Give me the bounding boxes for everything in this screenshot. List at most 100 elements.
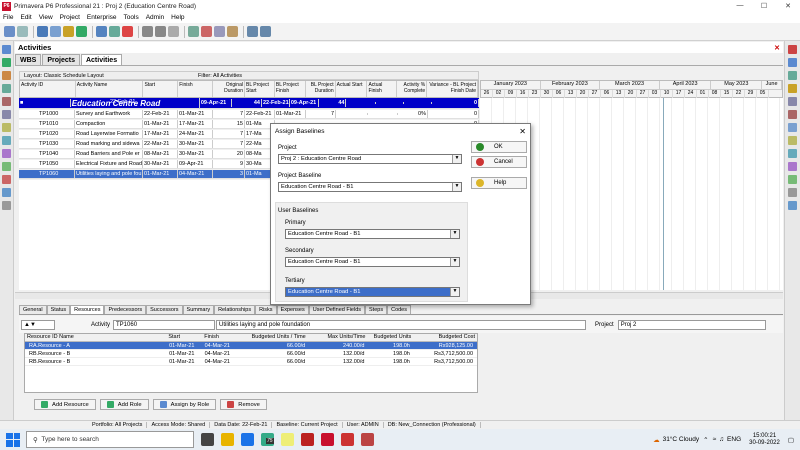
- detail-tab-successors[interactable]: Successors: [146, 305, 183, 314]
- clock[interactable]: 15:00:21 30-09-2022: [749, 433, 780, 447]
- cell-start[interactable]: 01-Mar-21: [143, 120, 178, 128]
- cell-dur[interactable]: 3: [213, 170, 245, 178]
- project-baseline-dropdown[interactable]: Education Centre Road - B1 ▼: [278, 182, 462, 192]
- cell-var[interactable]: 0: [428, 110, 479, 118]
- task-view-icon[interactable]: [201, 433, 214, 446]
- detail-tab-summary[interactable]: Summary: [182, 305, 215, 314]
- activities-icon[interactable]: [2, 71, 11, 80]
- cell-id[interactable]: TP1010: [19, 120, 75, 128]
- add-role-button[interactable]: Add Role: [99, 399, 149, 410]
- bars-icon[interactable]: [96, 26, 107, 37]
- col-activity-id[interactable]: Activity ID: [20, 81, 76, 97]
- expenses-icon[interactable]: [2, 188, 11, 197]
- detail-tab-predecessors[interactable]: Predecessors: [104, 305, 147, 314]
- add-icon[interactable]: [188, 26, 199, 37]
- col-variance[interactable]: Variance - BL Project Finish Date: [427, 81, 478, 97]
- group-icon[interactable]: [76, 26, 87, 37]
- detail-tab-codes[interactable]: Codes: [387, 305, 411, 314]
- volume-icon[interactable]: ♫: [719, 436, 724, 443]
- columns-panel-icon[interactable]: [788, 110, 797, 119]
- delete-icon[interactable]: [201, 26, 212, 37]
- timescale-panel-icon[interactable]: [788, 188, 797, 197]
- cell-bls[interactable]: 22-Feb-21: [245, 110, 275, 118]
- col-bl-duration[interactable]: BL Project Duration: [306, 81, 336, 97]
- detail-tab-risks[interactable]: Risks: [255, 305, 277, 314]
- cell-dur[interactable]: 7: [213, 130, 245, 138]
- ok-button[interactable]: OK: [471, 141, 527, 153]
- tab-projects[interactable]: Projects: [42, 54, 80, 65]
- cell-id[interactable]: TP1060: [19, 170, 75, 178]
- schedule-icon[interactable]: [109, 26, 120, 37]
- cell-finish[interactable]: 01-Mar-21: [178, 110, 213, 118]
- cell-finish[interactable]: 09-Apr-21: [178, 160, 213, 168]
- cell-name[interactable]: Utilities laying and pole fou: [75, 170, 143, 178]
- risks-icon[interactable]: [2, 149, 11, 158]
- wbs-icon[interactable]: [2, 58, 11, 67]
- dialog-close-button[interactable]: ✕: [519, 127, 526, 136]
- cell-id[interactable]: TP1030: [19, 140, 75, 148]
- cell-name[interactable]: Road marking and sidewa: [75, 140, 143, 148]
- filter-label[interactable]: Filter: All Activities: [198, 73, 242, 79]
- list-item[interactable]: RB.Resource - B 01-Mar-21 04-Mar-21 66.00/d…: [25, 350, 477, 358]
- cell-start[interactable]: 22-Mar-21: [143, 140, 178, 148]
- cell-af[interactable]: [368, 113, 398, 115]
- rcol-budget-units[interactable]: Budgeted Units: [367, 334, 413, 341]
- reports-icon[interactable]: [2, 123, 11, 132]
- detail-tab-status[interactable]: Status: [46, 305, 71, 314]
- gantt-panel-icon[interactable]: [788, 136, 797, 145]
- wbs-row[interactable]: ■ Education Centre Road 09-Apr-21 44 22-…: [19, 97, 479, 109]
- filter-icon[interactable]: [63, 26, 74, 37]
- menu-edit[interactable]: Edit: [20, 14, 31, 21]
- rcol-budget-cost[interactable]: Budgeted Cost: [413, 334, 477, 341]
- cell-start[interactable]: 08-Mar-21: [143, 150, 178, 158]
- layout-label[interactable]: Layout: Classic Schedule Layout: [20, 73, 198, 79]
- language-indicator[interactable]: ENG: [727, 436, 741, 443]
- columns-icon[interactable]: [50, 26, 61, 37]
- assignments-icon[interactable]: [2, 84, 11, 93]
- cell-finish[interactable]: 04-Mar-21: [178, 170, 213, 178]
- search-icon[interactable]: [247, 26, 258, 37]
- col-actual-finish[interactable]: Actual Finish: [367, 81, 398, 97]
- zoom-out-icon[interactable]: [155, 26, 166, 37]
- menu-project[interactable]: Project: [60, 14, 80, 21]
- project-dropdown[interactable]: Proj 2 : Education Centre Road ▼: [278, 154, 462, 164]
- add-resource-button[interactable]: Add Resource: [34, 399, 96, 410]
- documents-icon[interactable]: [2, 162, 11, 171]
- rcol-max-units[interactable]: Max Units/Time: [308, 334, 368, 341]
- cell-pct[interactable]: 0%: [398, 110, 428, 118]
- col-finish[interactable]: Finish: [178, 81, 214, 97]
- cell-id[interactable]: TP1050: [19, 160, 75, 168]
- remove-button[interactable]: Remove: [220, 399, 267, 410]
- cell-blf[interactable]: 01-Mar-21: [275, 110, 306, 118]
- issues-icon[interactable]: [2, 136, 11, 145]
- resources-icon[interactable]: [2, 97, 11, 106]
- detail-tab-user-defined-fields[interactable]: User Defined Fields: [308, 305, 366, 314]
- col-pct-complete[interactable]: Activity % Complete: [397, 81, 428, 97]
- rcol-name[interactable]: Resource ID Name: [25, 334, 166, 341]
- tab-wbs[interactable]: WBS: [15, 54, 42, 65]
- menu-enterprise[interactable]: Enterprise: [87, 14, 117, 21]
- rcol-budget-units-time[interactable]: Budgeted Units / Time: [238, 334, 308, 341]
- help-button[interactable]: Help: [471, 177, 527, 189]
- list-item[interactable]: RB.Resource - B 01-Mar-21 04-Mar-21 66.00/d…: [25, 358, 477, 366]
- cell-dur[interactable]: 7: [213, 110, 245, 118]
- primary-dropdown[interactable]: Education Centre Road - B1 ▼: [285, 229, 460, 239]
- p6-taskbar-icon[interactable]: [321, 433, 334, 446]
- level-icon[interactable]: [122, 26, 133, 37]
- layout-icon[interactable]: [37, 26, 48, 37]
- baseline-icon[interactable]: [214, 26, 225, 37]
- rcol-start[interactable]: Start: [166, 334, 202, 341]
- detail-tab-expenses[interactable]: Expenses: [276, 305, 309, 314]
- menu-view[interactable]: View: [39, 14, 53, 21]
- cell-finish[interactable]: 17-Mar-21: [178, 120, 213, 128]
- chrome-icon[interactable]: 75: [261, 433, 274, 446]
- file-explorer-icon[interactable]: [221, 433, 234, 446]
- cell-start[interactable]: 30-Mar-21: [143, 160, 178, 168]
- detail-tab-general[interactable]: General: [19, 305, 47, 314]
- thresholds-icon[interactable]: [2, 175, 11, 184]
- weather-text[interactable]: 31°C Cloudy: [663, 436, 700, 443]
- assign-by-role-button[interactable]: Assign by Role: [152, 399, 217, 410]
- acrobat-icon[interactable]: [301, 433, 314, 446]
- filter-panel-icon[interactable]: [788, 84, 797, 93]
- bars-panel-icon[interactable]: [788, 123, 797, 132]
